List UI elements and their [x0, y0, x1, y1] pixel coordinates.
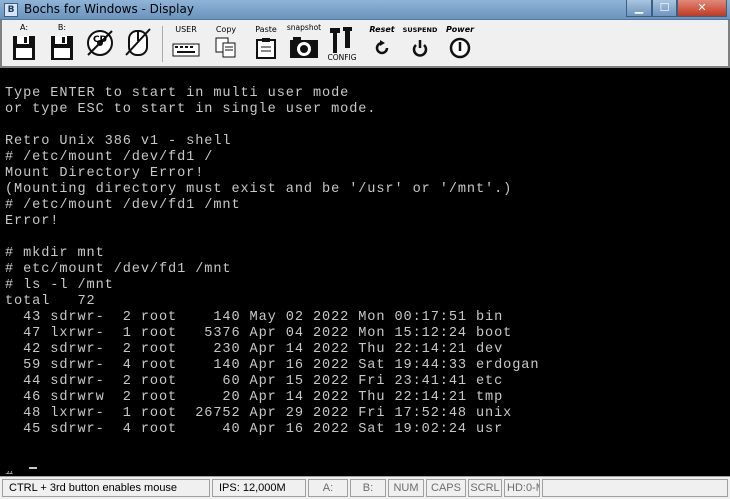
console-line: # /etc/mount /dev/fd1 / [5, 150, 214, 165]
config-tools-icon [330, 27, 352, 53]
text-cursor [29, 467, 37, 469]
console-line: or type ESC to start in single user mode… [5, 102, 377, 117]
camera-icon [290, 37, 318, 58]
suspend-icon [412, 40, 428, 57]
ips-panel: IPS: 12,000M [212, 479, 306, 497]
paste-label: Paste [255, 25, 277, 34]
console-display[interactable]: Type ENTER to start in multi user mode or… [4, 70, 726, 474]
console-line: 45 sdrwr- 4 root 40 Apr 16 2022 Sat 19:0… [5, 422, 504, 437]
maximize-button[interactable]: ☐ [652, 0, 677, 17]
console-line: Retro Unix 386 v1 - shell [5, 134, 232, 149]
floppy-a-led: A: [308, 479, 348, 497]
snapshot-button[interactable]: snapshot [286, 23, 322, 63]
toolbar: A: B: CD USER Copy Paste snapshot CONFIG… [0, 20, 730, 68]
window-title: Bochs for Windows - Display [24, 2, 194, 16]
console-line: 42 sdrwr- 2 root 230 Apr 14 2022 Thu 22:… [5, 342, 504, 357]
console-line: 46 sdrwrw 2 root 20 Apr 14 2022 Thu 22:1… [5, 390, 504, 405]
keyboard-icon [172, 43, 200, 57]
suspend-button[interactable]: SUSPEND [402, 23, 438, 63]
floppy-disk-icon [13, 36, 35, 60]
mouse-icon [125, 28, 151, 56]
power-button[interactable]: Power [442, 23, 478, 63]
paste-button[interactable]: Paste [248, 23, 284, 63]
hard-disk-led: HD:0-M [504, 479, 540, 497]
config-button[interactable]: CONFIG [324, 23, 360, 63]
config-label: CONFIG [327, 53, 357, 62]
console-line: 43 sdrwr- 2 root 140 May 02 2022 Mon 00:… [5, 310, 504, 325]
floppy-disk-icon [51, 36, 73, 60]
status-bar: CTRL + 3rd button enables mouse IPS: 12,… [0, 476, 730, 499]
snapshot-label: snapshot [286, 23, 322, 32]
console-line: (Mounting directory must exist and be '/… [5, 182, 513, 197]
console-line: 44 sdrwr- 2 root 60 Apr 15 2022 Fri 23:4… [5, 374, 504, 389]
reset-label: Reset [369, 25, 395, 34]
reset-button[interactable]: Reset [364, 23, 400, 63]
suspend-label: SUSPEND [402, 26, 438, 34]
console-line: 48 lxrwr- 1 root 26752 Apr 29 2022 Fri 1… [5, 406, 513, 421]
console-line: Mount Directory Error! [5, 166, 205, 181]
status-empty-panel [542, 479, 728, 497]
copy-icon [215, 37, 236, 58]
copy-label: Copy [215, 25, 237, 34]
console-line: # etc/mount /dev/fd1 /mnt [5, 262, 232, 277]
power-label: Power [445, 25, 475, 34]
floppy-b-label: B: [57, 23, 67, 32]
user-label: USER [175, 25, 197, 34]
reset-icon [375, 40, 389, 55]
floppy-a-button[interactable]: A: [6, 23, 42, 63]
console-line: # /etc/mount /dev/fd1 /mnt [5, 198, 241, 213]
console-line: # ls -l /mnt [5, 278, 114, 293]
cdrom-button[interactable]: CD [82, 23, 118, 63]
scroll-lock-led: SCRL [468, 479, 502, 497]
console-output: Type ENTER to start in multi user mode or… [5, 86, 539, 474]
console-line: Type ENTER to start in multi user mode [5, 86, 350, 101]
user-button[interactable]: USER [168, 23, 204, 63]
toolbar-separator [162, 26, 163, 62]
floppy-b-led: B: [350, 479, 386, 497]
power-icon [449, 37, 471, 59]
close-button[interactable]: ✕ [677, 0, 727, 17]
console-line: Error! [5, 214, 60, 229]
mouse-hint-panel: CTRL + 3rd button enables mouse [2, 479, 210, 497]
console-line: # _ [5, 470, 539, 474]
console-line: 47 lxrwr- 1 root 5376 Apr 04 2022 Mon 15… [5, 326, 513, 341]
cdrom-label: CD [92, 35, 108, 45]
num-lock-led: NUM [388, 479, 424, 497]
minimize-button[interactable]: ▁ [626, 0, 652, 17]
floppy-b-button[interactable]: B: [44, 23, 80, 63]
title-bar[interactable]: B Bochs for Windows - Display ▁ ☐ ✕ [0, 0, 730, 20]
mouse-toggle-button[interactable] [120, 23, 156, 63]
floppy-a-label: A: [19, 23, 29, 32]
bochs-app-icon[interactable]: B [4, 3, 18, 17]
caps-lock-led: CAPS [426, 479, 466, 497]
console-line: 59 sdrwr- 4 root 140 Apr 16 2022 Sat 19:… [5, 358, 540, 373]
console-line: # mkdir mnt [5, 246, 105, 261]
console-line: total 72 [5, 294, 96, 309]
copy-button[interactable]: Copy [208, 23, 244, 63]
clipboard-icon [256, 38, 276, 59]
